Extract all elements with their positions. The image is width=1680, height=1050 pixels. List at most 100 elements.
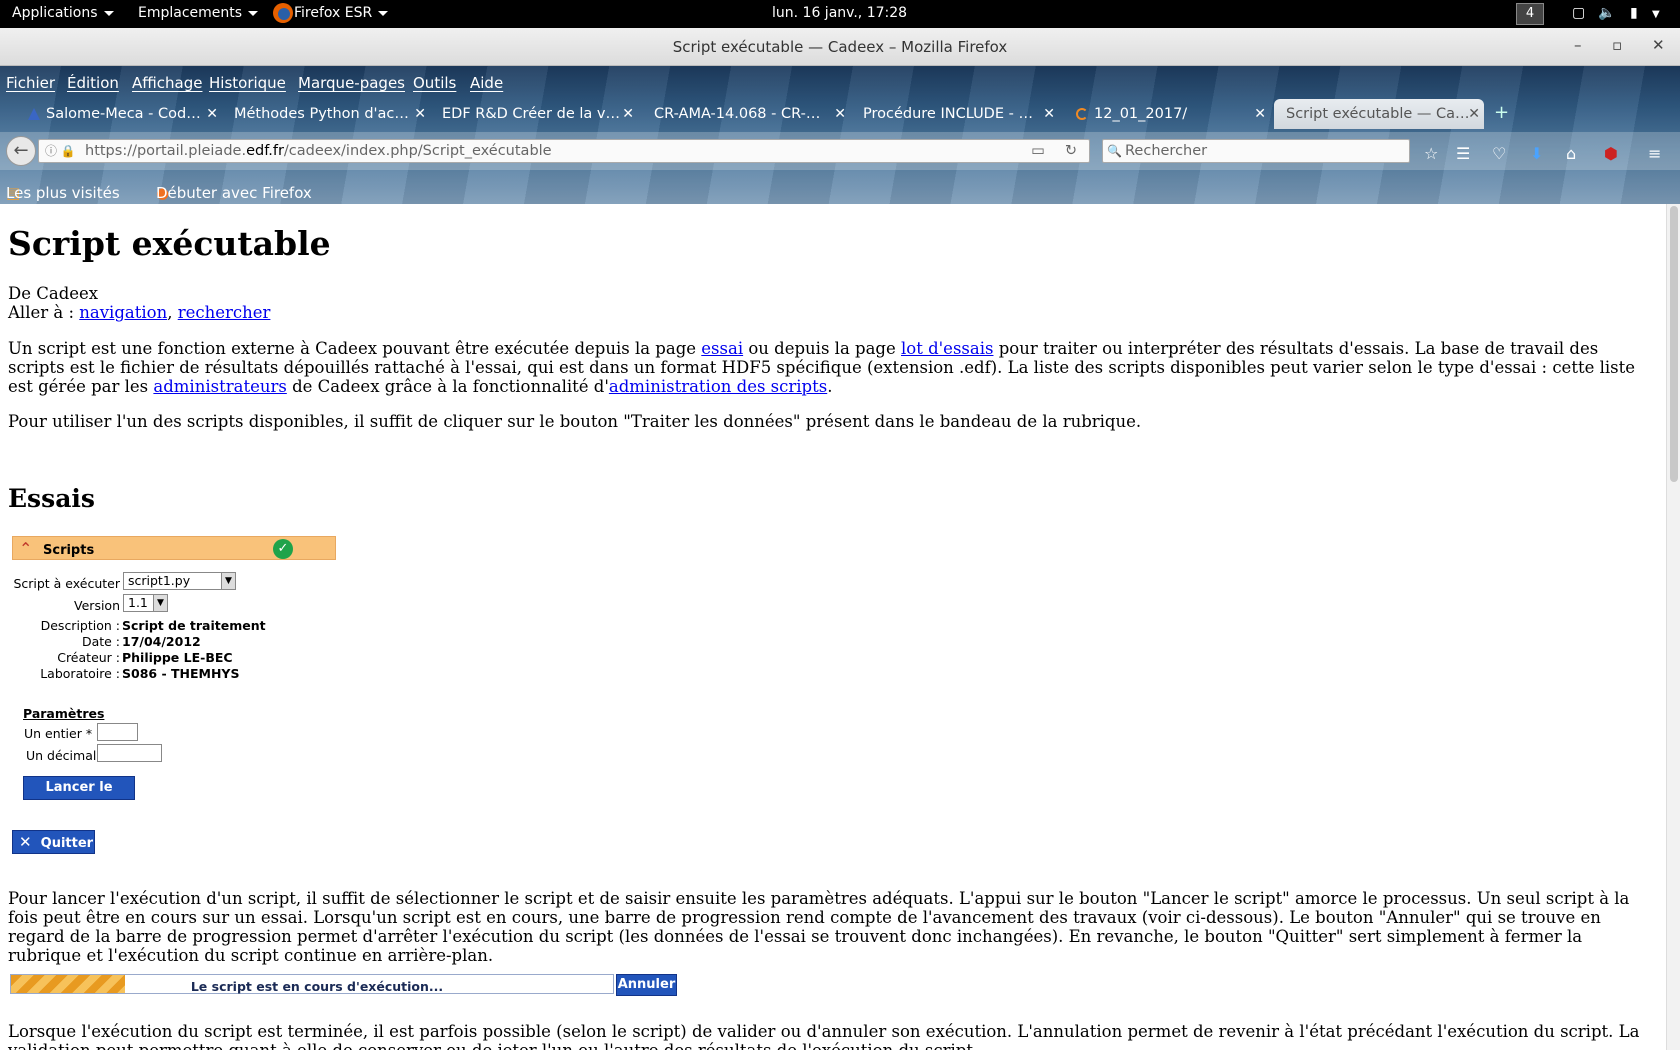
param1-input[interactable] <box>97 723 138 741</box>
administration-scripts-link[interactable]: administration des scripts <box>609 377 827 396</box>
page-scrollbar[interactable] <box>1666 204 1680 1050</box>
bookmark-label: Débuter avec Firefox <box>156 184 312 202</box>
back-button[interactable]: ← <box>6 136 36 166</box>
close-tab-icon[interactable]: ✕ <box>834 99 846 129</box>
administrateurs-link[interactable]: administrateurs <box>153 377 286 396</box>
navigation-link[interactable]: navigation <box>79 303 167 322</box>
volume-icon[interactable]: 🔈 <box>1598 5 1615 21</box>
intro-text: ou depuis la page <box>743 339 901 358</box>
scripts-panel-header[interactable]: ⌃ Scripts ✓ <box>12 536 336 560</box>
window-list-icon[interactable]: ▢ <box>1572 5 1585 21</box>
tab-label: Procédure INCLUDE - … <box>863 106 1033 122</box>
search-placeholder: Rechercher <box>1125 143 1208 159</box>
run-paragraph: Pour lancer l'exécution d'un script, il … <box>8 889 1630 965</box>
version-select-value: 1.1 <box>128 595 148 610</box>
scrollbar-thumb[interactable] <box>1670 206 1678 482</box>
progress-bar: Le script est en cours d'exécution... <box>10 974 614 994</box>
tab-label: Salome-Meca - Cod… <box>46 106 201 122</box>
tab-methodes-python[interactable]: Méthodes Python d'ac… ✕ <box>222 99 430 129</box>
search-bar[interactable]: 🔍 Rechercher <box>1102 139 1410 163</box>
scripts-panel-title: Scripts <box>43 543 95 558</box>
menu-aide[interactable]: Aide <box>470 74 503 92</box>
tab-label: EDF R&D Créer de la v… <box>442 106 620 122</box>
url-bar[interactable]: ⓘ 🔒 https://portail.pleiade.edf.fr/cadee… <box>38 139 1090 163</box>
tab-label: 12_01_2017/ <box>1094 106 1188 122</box>
close-tab-icon[interactable]: ✕ <box>1254 99 1266 129</box>
param2-input[interactable] <box>97 744 162 762</box>
ublock-icon[interactable]: ⬢ <box>1604 144 1618 163</box>
tab-12-01-2017[interactable]: 12_01_2017/ ✕ <box>1064 99 1270 129</box>
version-select[interactable]: 1.1 ▼ <box>123 594 168 612</box>
tab-procedure-include[interactable]: Procédure INCLUDE - … ✕ <box>851 99 1059 129</box>
tab-label: Script exécutable — Ca… <box>1286 106 1470 122</box>
bookmarks-toolbar: ▤ Les plus visités ● Débuter avec Firefo… <box>0 170 1680 204</box>
bookmark-star-icon[interactable]: ☆ <box>1424 144 1438 163</box>
navigation-bar: ← ⓘ 🔒 https://portail.pleiade.edf.fr/cad… <box>0 132 1680 170</box>
system-menu-chevron-down-icon[interactable]: ▼ <box>1652 9 1660 20</box>
search-icon: 🔍 <box>1107 144 1122 158</box>
firefox-app-menu[interactable]: Firefox ESR <box>294 5 389 21</box>
close-tab-icon[interactable]: ✕ <box>414 99 426 129</box>
close-tab-icon[interactable]: ✕ <box>1043 99 1055 129</box>
section-essais-heading: Essais <box>8 484 95 513</box>
workspace-indicator[interactable]: 4 <box>1516 3 1544 25</box>
goto-label: Aller à : <box>8 303 75 322</box>
pocket-icon[interactable]: ♡ <box>1492 144 1506 163</box>
quit-button[interactable]: ✕ Quitter <box>12 830 95 854</box>
tab-cr-ama[interactable]: CR-AMA-14.068 - CR-… ✕ <box>642 99 850 129</box>
end-paragraph: Lorsque l'exécution du script est termin… <box>8 1022 1640 1050</box>
param2-label: Un décimal <box>26 748 97 763</box>
quit-button-label: Quitter <box>40 836 94 851</box>
menu-outils[interactable]: Outils <box>413 74 456 92</box>
search-link[interactable]: rechercher <box>178 303 271 322</box>
home-icon[interactable]: ⌂ <box>1566 144 1576 163</box>
firefox-app-label: Firefox ESR <box>294 5 373 21</box>
menu-fichier[interactable]: Fichier <box>6 74 55 92</box>
bookmarks-list-icon[interactable]: ☰ <box>1456 144 1470 163</box>
close-tab-icon[interactable]: ✕ <box>622 99 634 129</box>
run-script-button[interactable]: Lancer le script <box>23 776 135 817</box>
minimize-button[interactable]: – <box>1574 36 1582 54</box>
applications-label: Applications <box>12 5 98 21</box>
url-path: /cadeex/index.php/Script_exécutable <box>283 143 552 159</box>
usage-paragraph: Pour utiliser l'un des scripts disponibl… <box>8 412 1142 431</box>
maximize-button[interactable]: ▫ <box>1612 36 1622 54</box>
page-content: Script exécutable De Cadeex Aller à : na… <box>0 204 1666 1050</box>
close-window-button[interactable]: ✕ <box>1652 36 1665 54</box>
download-icon[interactable]: ⬇ <box>1530 144 1543 163</box>
tab-salome-meca[interactable]: Salome-Meca - Cod… ✕ <box>16 99 222 129</box>
menu-edition[interactable]: Édition <box>67 74 119 92</box>
hamburger-menu-icon[interactable]: ≡ <box>1648 144 1661 163</box>
url-domain: edf.fr <box>246 143 284 159</box>
tab-script-executable[interactable]: Script exécutable — Ca… ✕ <box>1274 99 1484 129</box>
battery-icon[interactable]: ▮ <box>1630 5 1638 21</box>
reader-view-icon[interactable]: ▭ <box>1031 140 1045 162</box>
applications-menu[interactable]: Applications <box>12 5 114 21</box>
site-info-lock-icon[interactable]: ⓘ 🔒 <box>45 140 76 162</box>
intro-text: de Cadeex grâce à la fonctionnalité d' <box>286 377 609 396</box>
menu-affichage[interactable]: Affichage <box>132 74 202 92</box>
menu-historique[interactable]: Historique <box>209 74 286 92</box>
new-tab-button[interactable]: + <box>1494 102 1509 123</box>
close-tab-icon[interactable]: ✕ <box>1468 99 1480 129</box>
menu-marque-pages[interactable]: Marque-pages <box>298 74 405 92</box>
close-tab-icon[interactable]: ✕ <box>206 99 218 129</box>
clock[interactable]: lun. 16 janv., 17:28 <box>772 5 907 21</box>
version-label: Version <box>74 598 120 613</box>
tab-edf-rd[interactable]: EDF R&D Créer de la v… ✕ <box>430 99 638 129</box>
cancel-button[interactable]: Annuler <box>616 974 677 996</box>
params-title: Paramètres <box>23 706 105 721</box>
firefox-logo-icon <box>272 0 294 30</box>
goto-line: Aller à : navigation, rechercher <box>8 303 1658 322</box>
collapse-chevron-up-icon[interactable]: ⌃ <box>19 539 32 558</box>
reload-icon[interactable]: ↻ <box>1065 140 1077 162</box>
close-x-icon: ✕ <box>19 833 32 851</box>
salome-favicon-icon <box>28 108 40 120</box>
lot-essais-link[interactable]: lot d'essais <box>901 339 993 358</box>
places-menu[interactable]: Emplacements <box>138 5 259 21</box>
lab-label: Laboratoire : <box>40 666 120 681</box>
places-label: Emplacements <box>138 5 243 21</box>
script-select-label: Script à exécuter <box>13 576 120 591</box>
script-select[interactable]: script1.py ▼ <box>123 572 236 590</box>
essai-link[interactable]: essai <box>701 339 743 358</box>
